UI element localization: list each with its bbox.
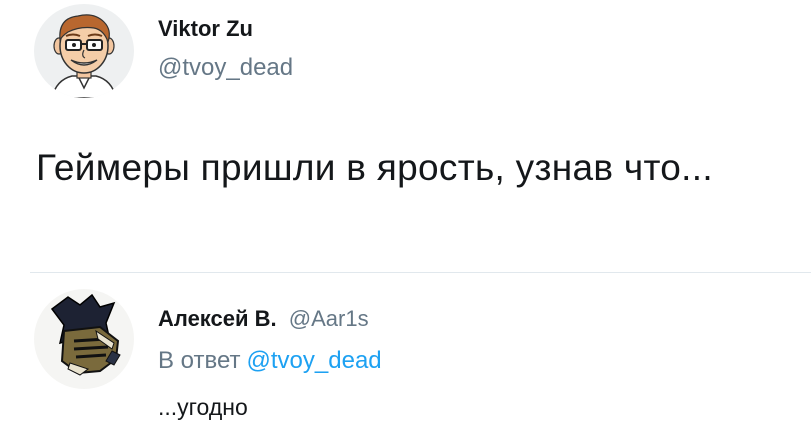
reply-to-line: В ответ @tvoy_dead [158, 347, 382, 375]
main-tweet-text: Геймеры пришли в ярость, узнав что... [36, 147, 713, 188]
main-author-name[interactable]: Viktor Zu [158, 16, 253, 42]
main-author-handle[interactable]: @tvoy_dead [158, 54, 293, 82]
reply-author-name[interactable]: Алексей В. [158, 306, 277, 331]
reply-text: ...угодно [158, 394, 248, 420]
cartoon-man-glasses-icon [51, 14, 117, 98]
reply-author-handle[interactable]: @Aar1s [289, 306, 369, 331]
tweet-thread: Viktor Zu @tvoy_dead Геймеры пришли в яр… [0, 0, 811, 425]
dark-knight-helmet-icon [50, 293, 121, 376]
divider [30, 272, 811, 273]
reply-header: Алексей В. @Aar1s [158, 306, 369, 332]
reply-author-avatar[interactable] [34, 289, 134, 389]
reply-to-handle-link[interactable]: @tvoy_dead [247, 347, 382, 374]
main-author-avatar[interactable] [34, 4, 134, 98]
reply-to-prefix: В ответ [158, 347, 241, 374]
